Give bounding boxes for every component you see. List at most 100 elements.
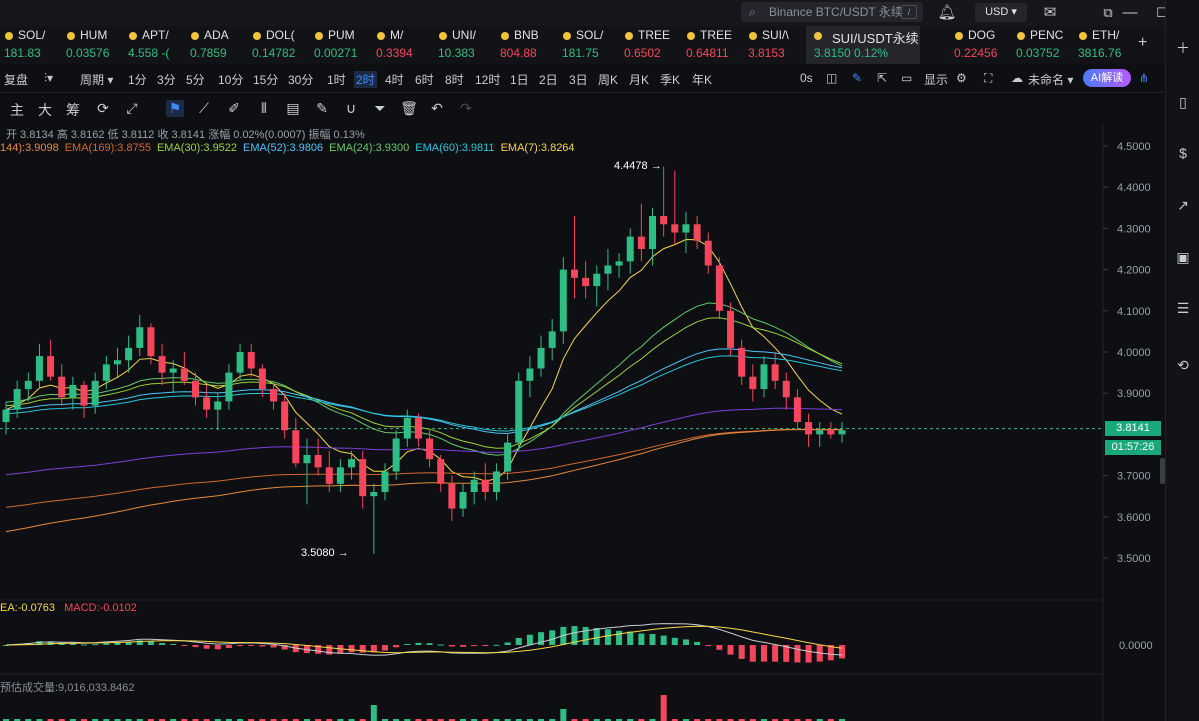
ema-legend: 144):3.9098 EMA(169):3.8755 EMA(30):3.9522… bbox=[0, 142, 581, 154]
trend-icon[interactable]: ↗ bbox=[1173, 195, 1193, 215]
table-icon[interactable]: ☰ bbox=[1173, 298, 1193, 318]
replay-button[interactable]: 复盘 bbox=[4, 71, 28, 88]
interval-年K[interactable]: 年K bbox=[692, 71, 712, 88]
candle-body bbox=[570, 269, 578, 278]
refresh-icon[interactable]: ⟲ bbox=[1173, 355, 1193, 375]
candle-body bbox=[58, 376, 66, 398]
camera-icon[interactable]: ◫ bbox=[826, 71, 837, 85]
ticker-symbol: PENC bbox=[1030, 28, 1064, 42]
layout-name-select[interactable]: 未命名 ▾ bbox=[1028, 71, 1073, 88]
main-indicator-tab[interactable]: 主 bbox=[8, 100, 26, 120]
interval-12时[interactable]: 12时 bbox=[475, 71, 500, 88]
candle-body bbox=[314, 455, 322, 468]
candle-tool-icon[interactable]: ⫴ bbox=[255, 100, 273, 117]
popout-icon[interactable]: ⧉ bbox=[1098, 3, 1118, 23]
brush-tool-icon[interactable]: ✐ bbox=[225, 100, 243, 117]
line-tool-icon[interactable]: ⟋ bbox=[195, 100, 213, 117]
share-chart-icon[interactable]: ⇱ bbox=[877, 71, 887, 85]
dollar-doc-icon[interactable]: $ bbox=[1173, 143, 1193, 163]
add-tab-icon[interactable]: + bbox=[1138, 34, 1147, 52]
clipboard-icon[interactable]: ▤ bbox=[284, 100, 302, 117]
filter-icon[interactable]: ⏷ bbox=[371, 100, 389, 117]
interval-6时[interactable]: 6时 bbox=[415, 71, 434, 88]
share-icon[interactable]: ⋔ bbox=[1139, 71, 1149, 85]
undo-icon[interactable]: ↶ bbox=[428, 100, 446, 117]
compare-icon[interactable]: ⤢ bbox=[123, 100, 141, 117]
interval-8时[interactable]: 8时 bbox=[445, 71, 464, 88]
mail-icon[interactable]: ✉ bbox=[1040, 3, 1060, 23]
interval-周K[interactable]: 周K bbox=[598, 71, 618, 88]
ticker-tab[interactable]: APT/4.558 -( bbox=[124, 26, 186, 64]
macd-bar bbox=[259, 645, 266, 647]
candle-body bbox=[180, 368, 188, 381]
pencil-icon[interactable]: ✎ bbox=[852, 71, 862, 85]
note-icon[interactable]: ✎ bbox=[313, 100, 331, 117]
candle-body bbox=[437, 459, 445, 484]
trash-icon[interactable]: 🗑︎ bbox=[400, 100, 418, 117]
ticker-tab[interactable]: SUI/USDT永续 3.8150 0.12% bbox=[806, 26, 920, 64]
interval-2时[interactable]: 2时 bbox=[354, 71, 377, 88]
ticker-tab[interactable]: PENC 0.03752 bbox=[1012, 26, 1074, 64]
layout-icon[interactable]: ▭ bbox=[901, 71, 912, 85]
indicator-icon[interactable]: ⟳ bbox=[94, 100, 112, 117]
monitor-chart-icon[interactable]: ▣ bbox=[1173, 247, 1193, 267]
coin-icon bbox=[501, 32, 509, 40]
currency-select[interactable]: USD ▾ bbox=[975, 3, 1027, 22]
ticker-tab[interactable]: DOL(0.14782 bbox=[248, 26, 310, 64]
period-select[interactable]: 周期 ▾ bbox=[80, 71, 113, 88]
candle-body bbox=[158, 356, 166, 373]
display-menu[interactable]: 显示 bbox=[924, 71, 948, 88]
cloud-icon[interactable]: ☁ bbox=[1011, 71, 1023, 85]
interval-4时[interactable]: 4时 bbox=[385, 71, 404, 88]
interval-3分[interactable]: 3分 bbox=[157, 71, 176, 88]
interval-1日[interactable]: 1日 bbox=[510, 71, 529, 88]
ticker-tab[interactable]: TREE 0.64811 bbox=[682, 26, 744, 64]
interval-30分[interactable]: 30分 bbox=[288, 71, 313, 88]
search-input[interactable]: ⌕ Binance BTC/USDT 永续 / bbox=[741, 2, 923, 22]
candle-body bbox=[805, 422, 813, 435]
ticker-tab[interactable]: SOL/181.83 bbox=[0, 26, 62, 64]
ticker-tab[interactable]: TREE 0.6502 bbox=[620, 26, 682, 64]
chip-distribution-tab[interactable]: 筹 bbox=[64, 100, 82, 120]
ticker-tab[interactable]: HUM 0.03576 bbox=[62, 26, 124, 64]
interval-1时[interactable]: 1时 bbox=[327, 71, 346, 88]
ticker-tab[interactable]: BNB 804.88 bbox=[496, 26, 558, 64]
big-order-tab[interactable]: 大 bbox=[36, 100, 54, 120]
ai-analyze-button[interactable]: AI解读 bbox=[1083, 69, 1131, 87]
interval-10分[interactable]: 10分 bbox=[218, 71, 243, 88]
macd-bar bbox=[772, 645, 779, 662]
document-icon[interactable]: ▯ bbox=[1173, 92, 1193, 112]
interval-15分[interactable]: 15分 bbox=[253, 71, 278, 88]
ticker-tab[interactable]: SUI/\ 3.8153 bbox=[744, 26, 806, 64]
candle-body bbox=[414, 417, 422, 439]
gear-icon[interactable]: ⚙ bbox=[956, 71, 967, 85]
macd-axis-zero: 0.0000 bbox=[1119, 640, 1153, 652]
minimize-icon[interactable]: — bbox=[1120, 3, 1140, 23]
add-icon[interactable]: ＋ bbox=[1173, 38, 1193, 58]
ticker-tab[interactable]: UNI/10.383 bbox=[434, 26, 496, 64]
interval-月K[interactable]: 月K bbox=[629, 71, 649, 88]
bell-icon[interactable]: 🔔︎ bbox=[937, 3, 957, 23]
fullscreen-icon[interactable]: ⛶ bbox=[984, 71, 992, 86]
ticker-tab[interactable]: M/0.3394 bbox=[372, 26, 434, 64]
ticker-tab[interactable]: DOG 0.22456 bbox=[950, 26, 1012, 64]
magnet-icon[interactable]: ∪ bbox=[342, 100, 360, 117]
ticker-tab[interactable]: PUM 0.00271 bbox=[310, 26, 372, 64]
ticker-price: 0.14782 bbox=[252, 46, 296, 60]
interval-1分[interactable]: 1分 bbox=[128, 71, 147, 88]
candle-body bbox=[526, 368, 534, 381]
bookmark-icon[interactable]: ⚑ bbox=[166, 100, 184, 117]
ticker-tab[interactable]: ADA 0.7859 bbox=[186, 26, 248, 64]
candle-body bbox=[392, 438, 400, 472]
redo-icon[interactable]: ↷ bbox=[457, 100, 475, 117]
interval-3日[interactable]: 3日 bbox=[569, 71, 588, 88]
chart-type-icon[interactable]: ⫶▾ bbox=[44, 71, 53, 86]
interval-季K[interactable]: 季K bbox=[660, 71, 680, 88]
seconds-toggle[interactable]: 0s bbox=[800, 71, 813, 85]
interval-5分[interactable]: 5分 bbox=[186, 71, 205, 88]
ticker-tab[interactable]: ETH/3816.76 bbox=[1074, 26, 1136, 64]
candlestick-chart[interactable]: 4.5000 4.4000 4.3000 4.2000 4.1000 4.0000 3.90… bbox=[0, 124, 1165, 721]
ticker-tab[interactable]: SOL/181.75 bbox=[558, 26, 620, 64]
macd-bar bbox=[627, 631, 634, 645]
interval-2日[interactable]: 2日 bbox=[539, 71, 558, 88]
